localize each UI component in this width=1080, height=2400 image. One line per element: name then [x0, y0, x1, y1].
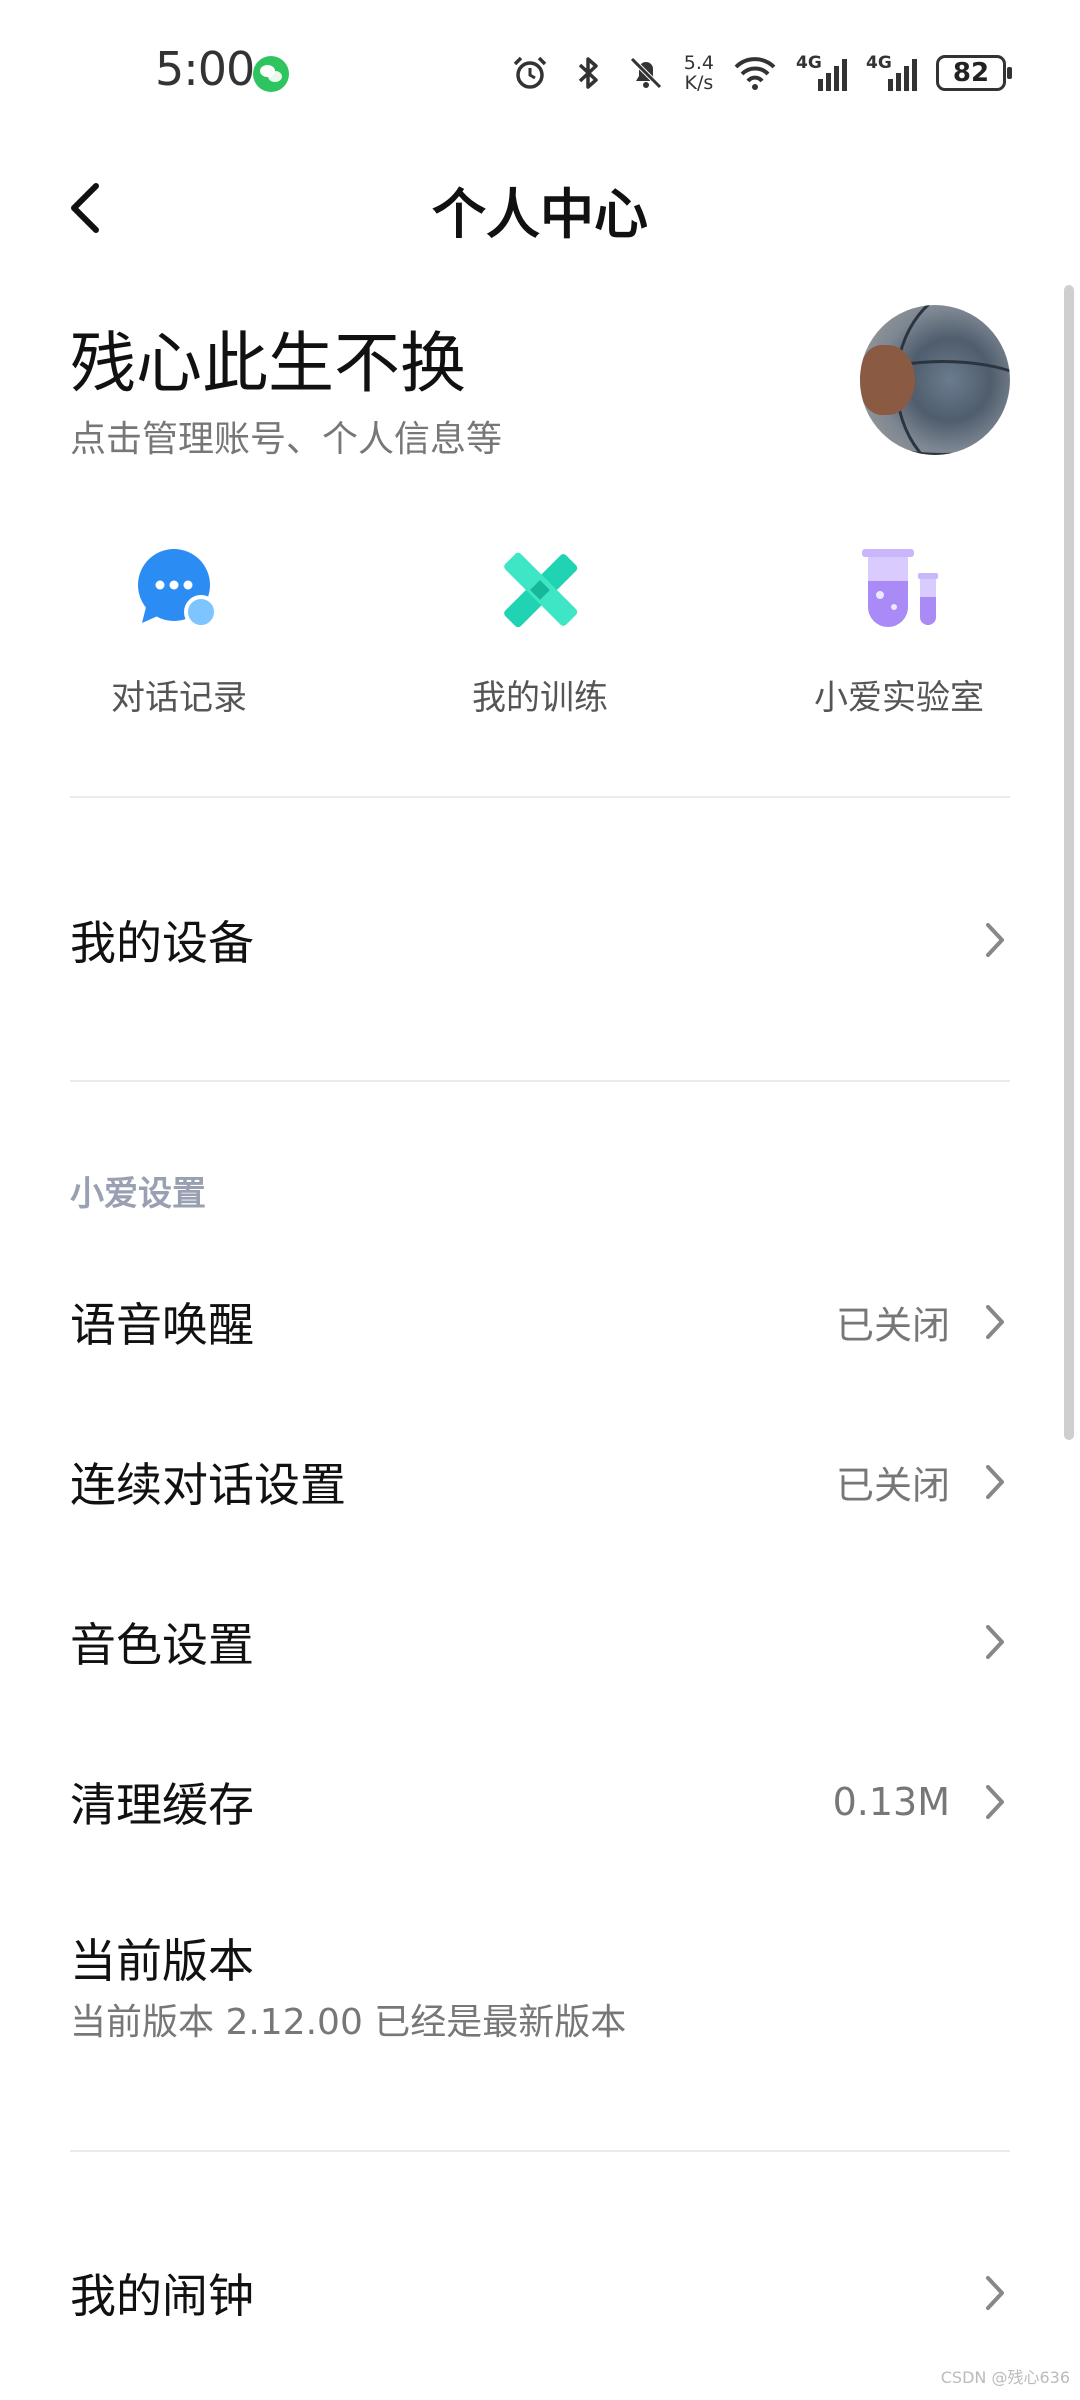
row-value: 0.13M — [832, 1780, 950, 1824]
row-label: 当前版本 — [70, 1934, 254, 1988]
row-my-devices[interactable]: 我的设备 — [70, 890, 1010, 990]
row-label: 我的设备 — [70, 916, 254, 970]
profile-subtitle: 点击管理账号、个人信息等 — [70, 419, 503, 460]
divider — [70, 796, 1010, 798]
divider — [70, 2150, 1010, 2152]
quick-action-chat-history[interactable]: 对话记录 — [69, 545, 289, 725]
quick-action-xiaoai-lab[interactable]: 小爱实验室 — [789, 545, 1009, 725]
profile-card[interactable]: 残心此生不换 点击管理账号、个人信息等 — [70, 300, 1010, 470]
row-label: 连续对话设置 — [70, 1458, 346, 1512]
network-speed-unit: K/s — [684, 72, 714, 94]
divider — [70, 1080, 1010, 1082]
status-icons: 5.4 K/s 4G 4G 82 — [510, 48, 1012, 98]
row-label: 音色设置 — [70, 1618, 254, 1672]
network-speed: 5.4 K/s — [684, 53, 714, 93]
avatar[interactable] — [860, 305, 1010, 455]
row-clear-cache[interactable]: 清理缓存 0.13M — [70, 1752, 1010, 1852]
watermark: CSDN @残心636 — [940, 2368, 1070, 2387]
chevron-right-icon — [986, 1465, 1004, 1499]
row-continuous-dialog[interactable]: 连续对话设置 已关闭 — [70, 1432, 1010, 1532]
row-value: 已关闭 — [835, 1303, 950, 1348]
page-title: 个人中心 — [432, 183, 648, 246]
row-label: 清理缓存 — [70, 1778, 254, 1832]
wechat-notification-icon — [253, 56, 289, 92]
battery-level: 82 — [952, 58, 990, 88]
battery-icon: 82 — [936, 55, 1012, 91]
chat-bubble-icon — [138, 549, 218, 629]
chevron-right-icon — [986, 1625, 1004, 1659]
chevron-right-icon — [986, 1305, 1004, 1339]
row-voice-wakeup[interactable]: 语音唤醒 已关闭 — [70, 1272, 1010, 1372]
alarm-clock-icon — [513, 56, 547, 89]
row-my-alarm[interactable]: 我的闹钟 — [70, 2243, 1010, 2343]
username: 残心此生不换 — [70, 325, 466, 402]
chevron-right-icon — [986, 923, 1004, 957]
chevron-right-icon — [986, 1785, 1004, 1819]
training-cross-icon — [504, 552, 578, 628]
quick-actions: 对话记录 我的训练 小爱实验室 — [0, 545, 1080, 725]
quick-action-label: 小爱实验室 — [814, 678, 984, 718]
lab-tubes-icon — [862, 549, 938, 627]
row-label: 语音唤醒 — [70, 1298, 254, 1352]
signal-sim1-icon: 4G — [796, 53, 848, 93]
mute-bell-icon — [630, 57, 662, 89]
section-header-xiaoai-settings: 小爱设置 — [70, 1174, 206, 1214]
scroll-indicator — [1064, 285, 1074, 1440]
row-value: 已关闭 — [835, 1463, 950, 1508]
chevron-right-icon — [986, 2276, 1004, 2310]
row-label: 我的闹钟 — [70, 2269, 254, 2323]
wifi-icon — [734, 57, 776, 90]
status-bar: 5:00 5.4 K/s 4G 4G 82 — [0, 0, 1080, 140]
quick-action-label: 对话记录 — [111, 678, 247, 718]
signal-sim2-icon: 4G — [866, 53, 918, 93]
quick-action-my-training[interactable]: 我的训练 — [430, 545, 650, 725]
row-timbre-settings[interactable]: 音色设置 — [70, 1592, 1010, 1692]
status-time: 5:00 — [155, 42, 255, 96]
network-speed-value: 5.4 — [683, 52, 714, 74]
row-current-version[interactable]: 当前版本 当前版本 2.12.00 已经是最新版本 — [70, 1925, 1010, 2045]
quick-action-label: 我的训练 — [472, 678, 608, 718]
version-detail: 当前版本 2.12.00 已经是最新版本 — [70, 2002, 627, 2043]
bluetooth-icon — [578, 57, 598, 89]
